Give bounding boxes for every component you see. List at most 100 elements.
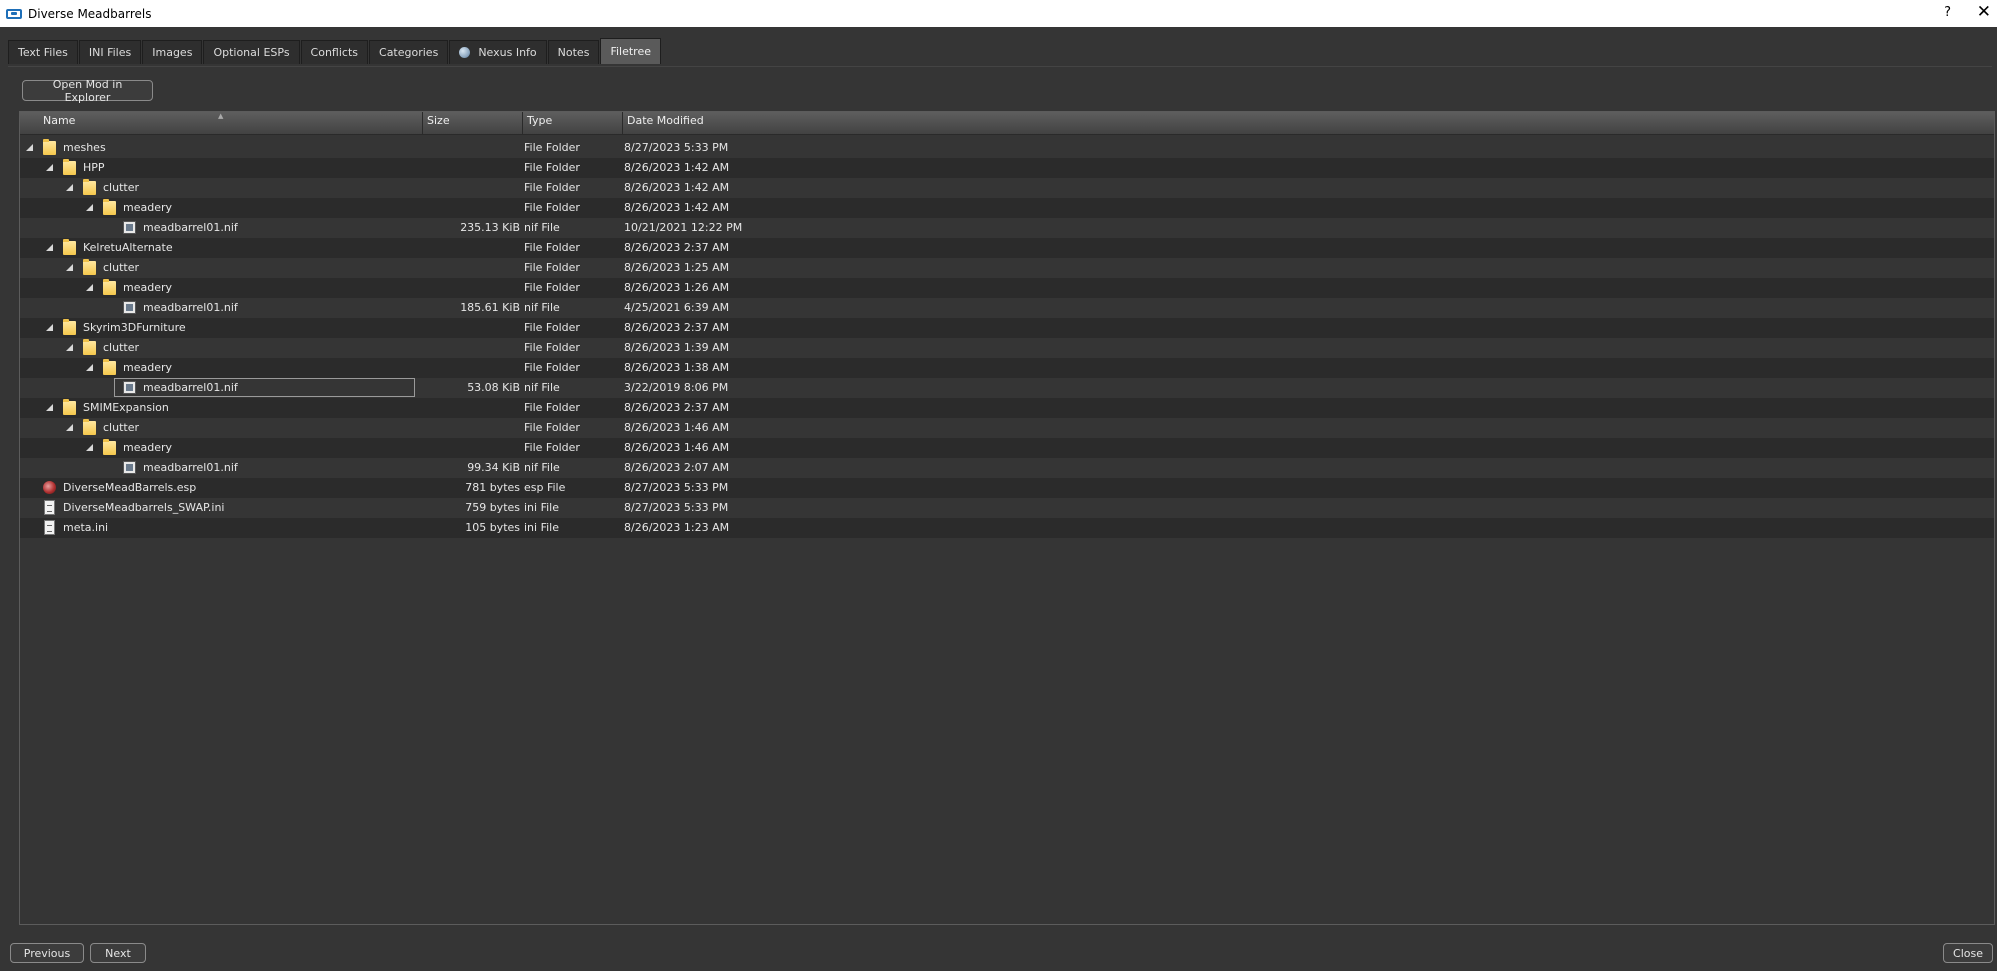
previous-button[interactable]: Previous [10, 943, 84, 963]
item-name: clutter [103, 421, 139, 434]
help-button[interactable]: ? [1944, 5, 1951, 20]
type-cell: File Folder [524, 201, 580, 214]
open-mod-in-explorer-button[interactable]: Open Mod in Explorer [22, 78, 153, 104]
item-name: meadbarrel01.nif [143, 461, 238, 474]
size-cell [430, 358, 520, 378]
column-header-type[interactable]: Type [523, 112, 623, 134]
tab-bar: Text Files INI Files Images Optional ESP… [8, 38, 662, 66]
folder-icon [63, 159, 76, 175]
tree-row[interactable]: meadbarrel01.nif 53.08 KiB nif File 3/22… [20, 378, 1994, 398]
type-cell: File Folder [524, 261, 580, 274]
tab-label: Notes [557, 46, 590, 59]
expand-arrow-icon[interactable] [66, 424, 73, 431]
tree-row[interactable]: HPP File Folder 8/26/2023 1:42 AM [20, 158, 1994, 178]
tree-row[interactable]: Skyrim3DFurniture File Folder 8/26/2023 … [20, 318, 1994, 338]
date-cell: 8/27/2023 5:33 PM [624, 141, 729, 154]
expand-arrow-icon[interactable] [86, 444, 93, 451]
folder-icon [83, 259, 96, 275]
expand-arrow-icon[interactable] [46, 244, 53, 251]
expand-arrow-icon[interactable] [66, 344, 73, 351]
tab-categories[interactable]: Categories [369, 40, 449, 64]
tab-label: Conflicts [310, 46, 359, 59]
close-button[interactable]: Close [1943, 943, 1993, 963]
window-close-button[interactable]: ✕ [1977, 2, 1991, 22]
item-name: meshes [63, 141, 106, 154]
tab-nexus-info[interactable]: Nexus Info [449, 40, 547, 64]
tab-filetree[interactable]: Filetree [600, 38, 661, 64]
name-cell: meshes [20, 138, 420, 158]
tree-row[interactable]: DiverseMeadbarrels_SWAP.ini 759 bytes in… [20, 498, 1994, 518]
tree-row[interactable]: clutter File Folder 8/26/2023 1:42 AM [20, 178, 1994, 198]
tree-row[interactable]: clutter File Folder 8/26/2023 1:25 AM [20, 258, 1994, 278]
date-cell: 8/26/2023 2:37 AM [624, 401, 730, 414]
name-cell: meadbarrel01.nif [20, 458, 420, 478]
expand-arrow-icon[interactable] [46, 404, 53, 411]
tree-row[interactable]: DiverseMeadBarrels.esp 781 bytes esp Fil… [20, 478, 1994, 498]
tree-row[interactable]: meadbarrel01.nif 99.34 KiB nif File 8/26… [20, 458, 1994, 478]
nif-file-icon [123, 381, 136, 394]
tab-text-files[interactable]: Text Files [8, 40, 78, 64]
tab-label: Nexus Info [478, 46, 537, 59]
item-name: meadery [123, 281, 173, 294]
tab-optional-esps[interactable]: Optional ESPs [203, 40, 300, 64]
tree-row[interactable]: clutter File Folder 8/26/2023 1:46 AM [20, 418, 1994, 438]
item-name: meadbarrel01.nif [143, 381, 238, 394]
file-tree[interactable]: Name ▲ Size Type Date Modified meshes Fi… [19, 111, 1995, 925]
tree-row[interactable]: meshes File Folder 8/27/2023 5:33 PM [20, 138, 1994, 158]
name-cell: meadbarrel01.nif [20, 298, 420, 318]
tree-row[interactable]: clutter File Folder 8/26/2023 1:39 AM [20, 338, 1994, 358]
type-cell: File Folder [524, 441, 580, 454]
item-name: DiverseMeadBarrels.esp [63, 481, 197, 494]
folder-icon [63, 399, 76, 415]
expand-arrow-icon[interactable] [66, 184, 73, 191]
expand-arrow-icon[interactable] [86, 364, 93, 371]
tab-conflicts[interactable]: Conflicts [300, 40, 369, 64]
date-cell: 8/26/2023 1:26 AM [624, 281, 730, 294]
column-header-date-modified[interactable]: Date Modified [623, 112, 1994, 134]
folder-icon [83, 339, 96, 355]
name-cell: meadery [20, 358, 420, 378]
tree-row[interactable]: SMIMExpansion File Folder 8/26/2023 2:37… [20, 398, 1994, 418]
date-cell: 8/26/2023 2:37 AM [624, 321, 730, 334]
size-cell: 105 bytes [465, 521, 520, 534]
name-cell: meadery [20, 278, 420, 298]
tree-row[interactable]: meadery File Folder 8/26/2023 1:38 AM [20, 358, 1994, 378]
tree-row[interactable]: meadery File Folder 8/26/2023 1:42 AM [20, 198, 1994, 218]
name-cell: meadbarrel01.nif [20, 378, 420, 398]
tree-row[interactable]: meadbarrel01.nif 185.61 KiB nif File 4/2… [20, 298, 1994, 318]
type-cell: File Folder [524, 421, 580, 434]
ini-file-icon [44, 520, 55, 535]
name-cell: meadery [20, 198, 420, 218]
type-cell: ini File [524, 501, 559, 514]
expand-arrow-icon[interactable] [86, 204, 93, 211]
date-cell: 8/26/2023 1:23 AM [624, 521, 730, 534]
tree-row[interactable]: KelretuAlternate File Folder 8/26/2023 2… [20, 238, 1994, 258]
next-button[interactable]: Next [90, 943, 146, 963]
size-cell: 53.08 KiB [467, 381, 520, 394]
item-name: meadbarrel01.nif [143, 221, 238, 234]
size-cell: 759 bytes [465, 501, 520, 514]
tree-row[interactable]: meadbarrel01.nif 235.13 KiB nif File 10/… [20, 218, 1994, 238]
tree-row[interactable]: meadery File Folder 8/26/2023 1:26 AM [20, 278, 1994, 298]
tab-notes[interactable]: Notes [547, 40, 600, 64]
expand-arrow-icon[interactable] [46, 324, 53, 331]
window-title: Diverse Meadbarrels [28, 6, 152, 21]
tab-label: Categories [379, 46, 439, 59]
size-cell [430, 178, 520, 198]
expand-arrow-icon[interactable] [46, 164, 53, 171]
tree-row[interactable]: meadery File Folder 8/26/2023 1:46 AM [20, 438, 1994, 458]
size-cell [430, 238, 520, 258]
folder-icon [43, 139, 56, 155]
tab-ini-files[interactable]: INI Files [78, 40, 142, 64]
tab-images[interactable]: Images [142, 40, 203, 64]
sort-up-icon: ▲ [218, 112, 224, 120]
column-header-size[interactable]: Size [423, 112, 523, 134]
expand-arrow-icon[interactable] [26, 144, 33, 151]
nif-file-icon [123, 221, 136, 234]
expand-arrow-icon[interactable] [86, 284, 93, 291]
tree-row[interactable]: meta.ini 105 bytes ini File 8/26/2023 1:… [20, 518, 1994, 538]
date-cell: 3/22/2019 8:06 PM [624, 381, 729, 394]
item-name: HPP [83, 161, 105, 174]
expand-arrow-icon[interactable] [66, 264, 73, 271]
size-cell: 185.61 KiB [460, 301, 520, 314]
